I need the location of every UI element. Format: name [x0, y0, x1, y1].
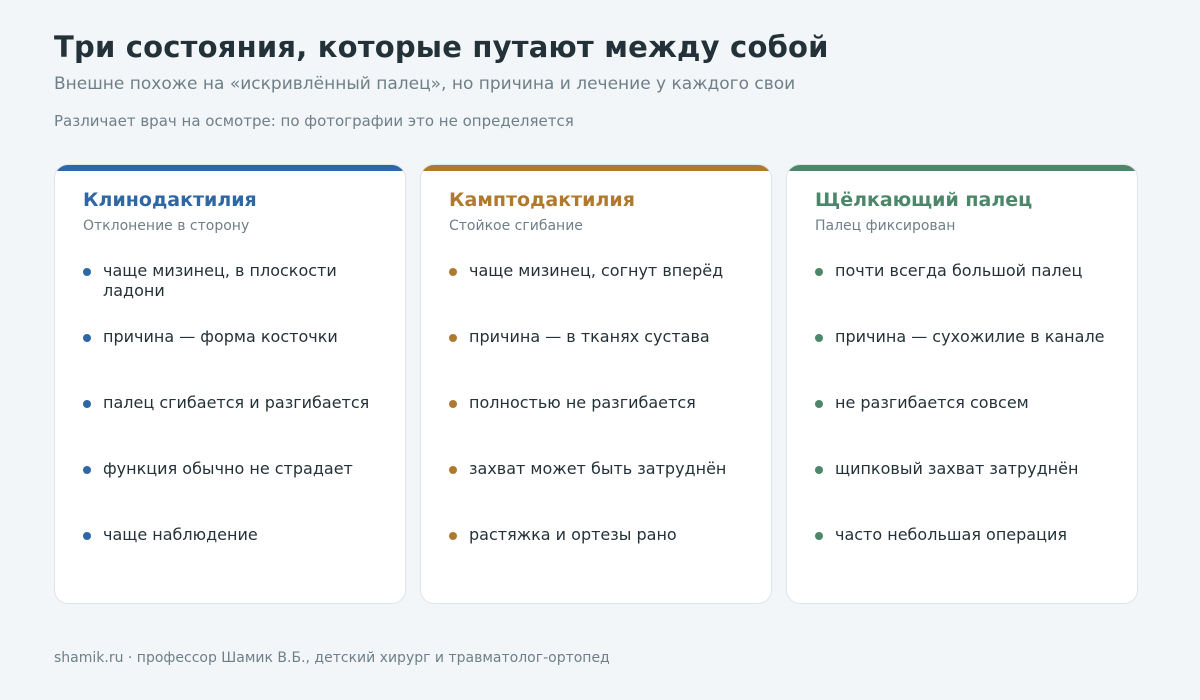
list-item: растяжка и ортезы рано	[449, 525, 751, 591]
card-title: Щёлкающий палец	[815, 189, 1033, 211]
list-item: чаще наблюдение	[83, 525, 385, 591]
list-item: функция обычно не страдает	[83, 459, 385, 525]
bullet-icon	[83, 466, 91, 474]
bullet-icon	[83, 532, 91, 540]
page-subtitle: Внешне похоже на «искривлённый палец», н…	[54, 74, 796, 94]
list-item-text: часто небольшая операция	[835, 525, 1067, 544]
bullet-icon	[449, 400, 457, 408]
bullet-icon	[83, 268, 91, 276]
page-title: Три состояния, которые путают между собо…	[54, 30, 829, 64]
list-item-text: причина — сухожилие в канале	[835, 327, 1105, 346]
list-item: полностью не разгибается	[449, 393, 751, 459]
list-item: щипковый захват затруднён	[815, 459, 1117, 525]
list-item-text: полностью не разгибается	[469, 393, 696, 412]
list-item: причина — сухожилие в канале	[815, 327, 1117, 393]
card-items: почти всегда большой палец причина — сух…	[815, 261, 1117, 591]
bullet-icon	[815, 466, 823, 474]
bullet-icon	[83, 334, 91, 342]
list-item: чаще мизинец, согнут вперёд	[449, 261, 751, 327]
card-subtitle: Палец фиксирован	[815, 218, 956, 234]
list-item-text: чаще мизинец, согнут вперёд	[469, 261, 724, 280]
bullet-icon	[449, 466, 457, 474]
list-item: захват может быть затруднён	[449, 459, 751, 525]
list-item-text: причина — форма косточки	[103, 327, 338, 346]
card-accent-bar	[787, 165, 1137, 171]
list-item: причина — форма косточки	[83, 327, 385, 393]
card-accent-bar	[55, 165, 405, 171]
bullet-icon	[815, 268, 823, 276]
list-item: почти всегда большой палец	[815, 261, 1117, 327]
list-item-text: щипковый захват затруднён	[835, 459, 1079, 478]
card-trigger-finger: Щёлкающий палец Палец фиксирован почти в…	[786, 164, 1138, 604]
card-items: чаще мизинец, согнут вперёд причина — в …	[449, 261, 751, 591]
list-item-text: захват может быть затруднён	[469, 459, 727, 478]
bullet-icon	[815, 532, 823, 540]
list-item: причина — в тканях сустава	[449, 327, 751, 393]
page-note: Различает врач на осмотре: по фотографии…	[54, 112, 574, 130]
bullet-icon	[815, 334, 823, 342]
list-item-text: функция обычно не страдает	[103, 459, 353, 478]
footer-credit: shamik.ru · профессор Шамик В.Б., детски…	[54, 650, 610, 666]
list-item-text: почти всегда большой палец	[835, 261, 1083, 280]
bullet-icon	[449, 268, 457, 276]
bullet-icon	[815, 400, 823, 408]
list-item-text: причина — в тканях сустава	[469, 327, 710, 346]
list-item-text: чаще наблюдение	[103, 525, 258, 544]
bullet-icon	[83, 400, 91, 408]
card-title: Камптодактилия	[449, 189, 635, 211]
bullet-icon	[449, 532, 457, 540]
card-subtitle: Стойкое сгибание	[449, 218, 583, 234]
bullet-icon	[449, 334, 457, 342]
list-item: чаще мизинец, в плоскости ладони	[83, 261, 385, 327]
list-item: часто небольшая операция	[815, 525, 1117, 591]
list-item-text: растяжка и ортезы рано	[469, 525, 677, 544]
cards-row: Клинодактилия Отклонение в сторону чаще …	[54, 164, 1138, 604]
list-item: палец сгибается и разгибается	[83, 393, 385, 459]
card-title: Клинодактилия	[83, 189, 257, 211]
card-camptodactyly: Камптодактилия Стойкое сгибание чаще миз…	[420, 164, 772, 604]
list-item-text: чаще мизинец, в плоскости ладони	[103, 261, 337, 300]
list-item-text: не разгибается совсем	[835, 393, 1029, 412]
card-subtitle: Отклонение в сторону	[83, 218, 250, 234]
list-item-text: палец сгибается и разгибается	[103, 393, 370, 412]
card-items: чаще мизинец, в плоскости ладони причина…	[83, 261, 385, 591]
card-accent-bar	[421, 165, 771, 171]
card-clinodactyly: Клинодактилия Отклонение в сторону чаще …	[54, 164, 406, 604]
list-item: не разгибается совсем	[815, 393, 1117, 459]
